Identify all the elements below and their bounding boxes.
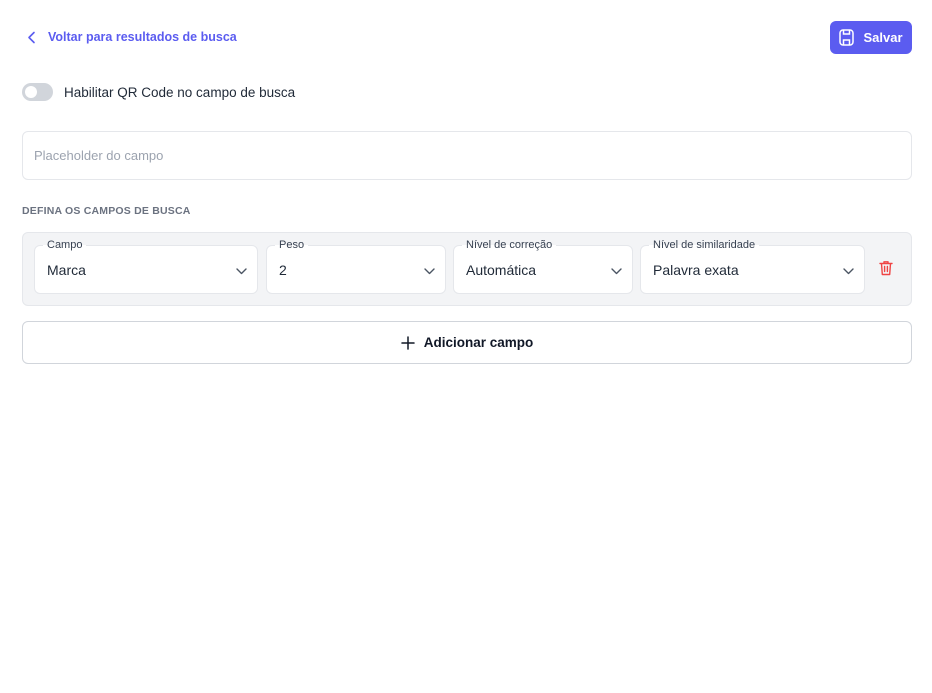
back-link-label: Voltar para resultados de busca [48, 30, 237, 44]
trash-icon [879, 260, 893, 281]
campo-select-value: Marca [47, 262, 86, 278]
peso-select-label: Peso [275, 239, 309, 251]
delete-field-button[interactable] [878, 260, 894, 281]
similaridade-select-value: Palavra exata [653, 262, 739, 278]
similaridade-select-label: Nível de similaridade [649, 239, 760, 251]
search-field-row: Campo Marca Peso 2 Nível de correção Aut… [22, 232, 912, 306]
chevron-down-icon [423, 265, 435, 277]
back-to-results-link[interactable]: Voltar para resultados de busca [24, 29, 237, 45]
chevron-left-icon [24, 29, 38, 45]
section-title: DEFINA OS CAMPOS DE BUSCA [22, 205, 191, 217]
add-field-button[interactable]: Adicionar campo [22, 321, 912, 364]
plus-icon [400, 335, 415, 350]
correcao-select-label: Nível de correção [462, 239, 557, 251]
similaridade-select[interactable]: Nível de similaridade Palavra exata [640, 239, 865, 294]
qr-code-toggle[interactable] [22, 83, 53, 101]
chevron-down-icon [235, 265, 247, 277]
qr-code-toggle-label: Habilitar QR Code no campo de busca [64, 84, 296, 100]
save-icon [839, 29, 855, 47]
campo-select[interactable]: Campo Marca [34, 239, 258, 294]
save-button[interactable]: Salvar [830, 21, 912, 54]
peso-select-value: 2 [279, 262, 287, 278]
chevron-down-icon [842, 265, 854, 277]
correcao-select[interactable]: Nível de correção Automática [453, 239, 633, 294]
chevron-down-icon [610, 265, 622, 277]
correcao-select-value: Automática [466, 262, 537, 278]
toggle-knob [25, 86, 37, 98]
save-button-label: Salvar [863, 30, 903, 45]
peso-select[interactable]: Peso 2 [266, 239, 446, 294]
qr-code-toggle-row: Habilitar QR Code no campo de busca [22, 83, 295, 101]
campo-select-label: Campo [43, 239, 87, 251]
placeholder-input[interactable] [22, 131, 912, 180]
add-field-label: Adicionar campo [423, 335, 534, 350]
